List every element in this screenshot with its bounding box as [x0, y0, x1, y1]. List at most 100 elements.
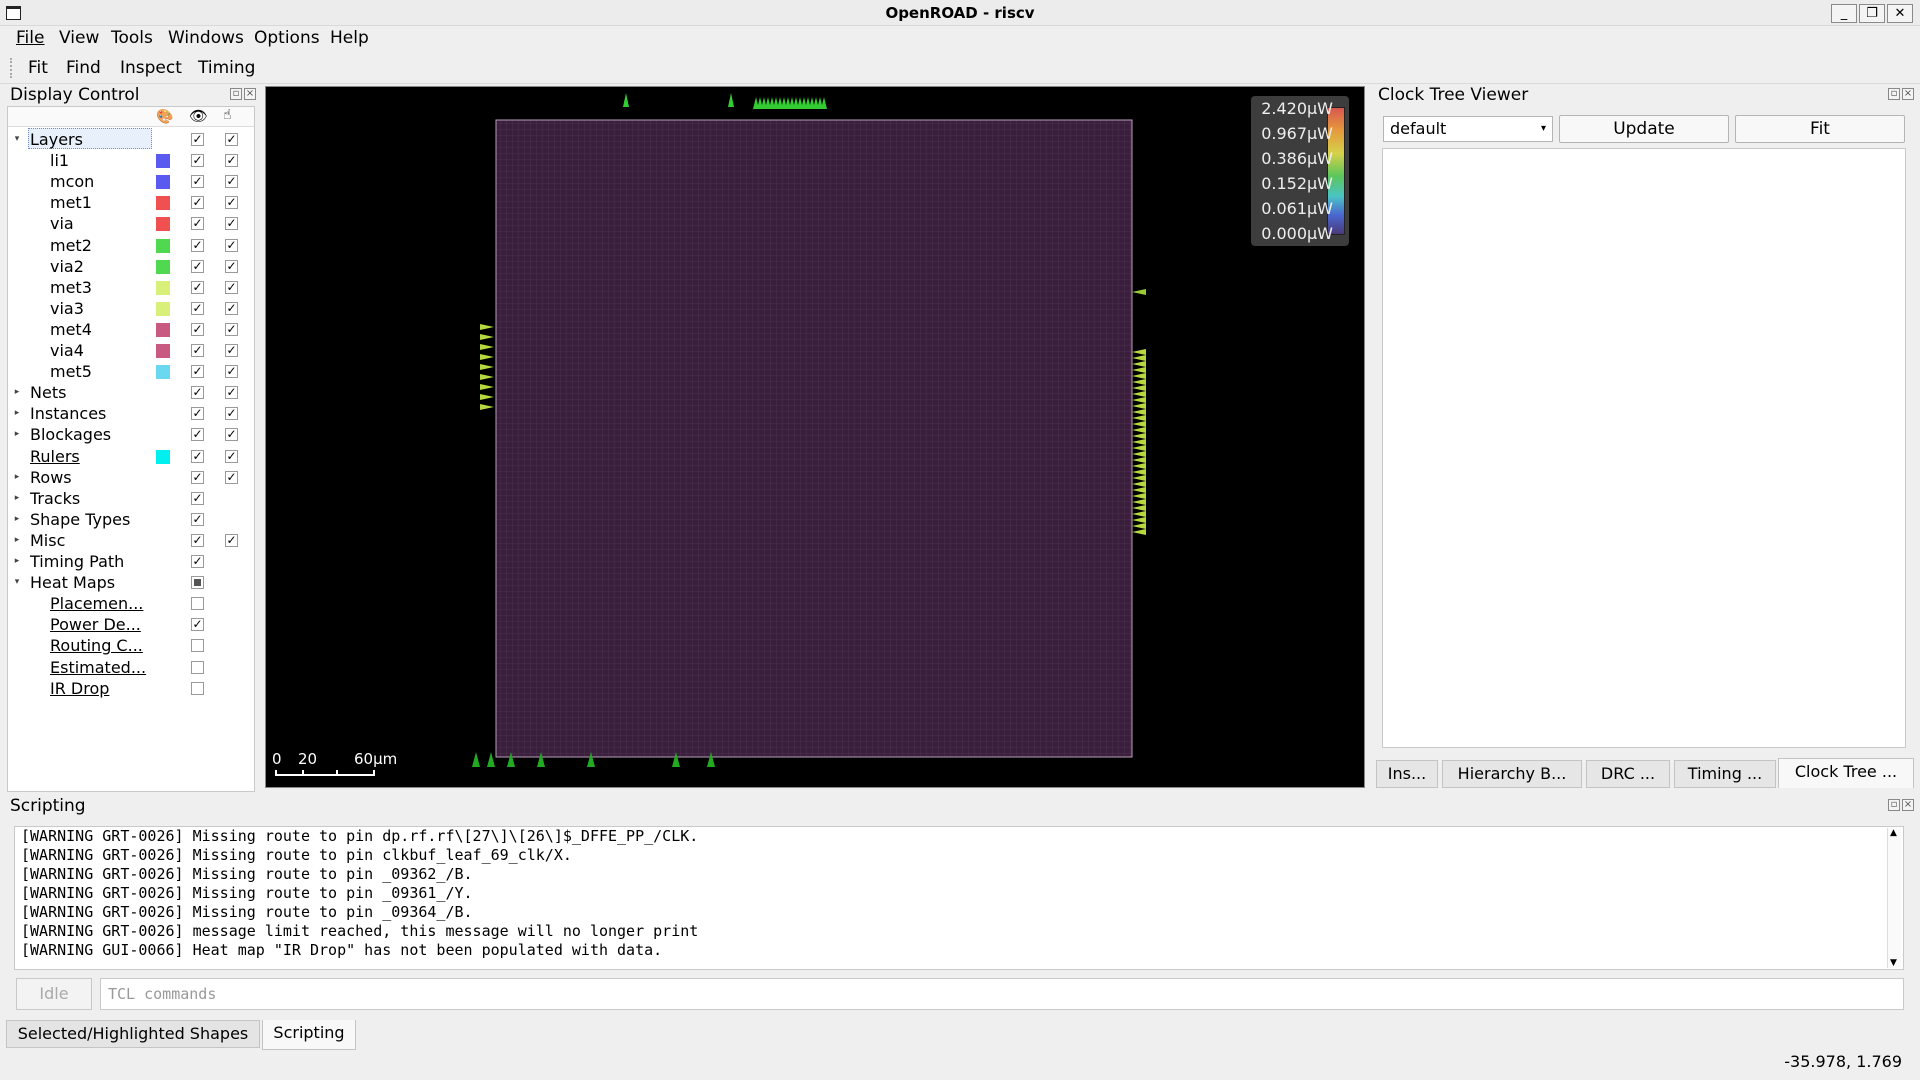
- float-icon[interactable]: ▫: [1888, 88, 1900, 100]
- visibility-checkbox[interactable]: ✓: [191, 280, 204, 294]
- tab-inspector[interactable]: Ins...: [1376, 760, 1438, 788]
- visibility-checkbox[interactable]: [191, 681, 204, 695]
- expand-right-icon[interactable]: ▸: [12, 530, 22, 551]
- clock-tree-canvas[interactable]: [1382, 148, 1906, 748]
- tab-timing-report[interactable]: Timing ...: [1674, 760, 1776, 788]
- expand-right-icon[interactable]: ▸: [12, 551, 22, 572]
- visibility-checkbox[interactable]: ✓: [191, 512, 204, 526]
- visibility-checkbox[interactable]: [191, 576, 204, 590]
- layer-color-swatch[interactable]: [156, 344, 170, 358]
- selectable-checkbox[interactable]: ✓: [225, 217, 238, 231]
- layer-color-swatch[interactable]: [156, 259, 170, 274]
- display-row-mcon[interactable]: mcon ✓ ✓: [8, 171, 254, 192]
- layer-color-swatch[interactable]: [156, 154, 170, 169]
- display-row-met5[interactable]: met5 ✓ ✓: [8, 361, 254, 382]
- display-row-heat-maps[interactable]: ▾ Heat Maps: [8, 572, 254, 593]
- display-row-blockages[interactable]: ▸ Blockages ✓ ✓: [8, 424, 254, 445]
- display-row-met1[interactable]: met1 ✓ ✓: [8, 192, 254, 213]
- visibility-checkbox[interactable]: ✓: [191, 259, 204, 273]
- selectable-checkbox[interactable]: ✓: [225, 407, 238, 421]
- layer-color-swatch[interactable]: [156, 238, 170, 253]
- visibility-checkbox[interactable]: ✓: [191, 196, 204, 210]
- timing-button[interactable]: Timing: [198, 55, 255, 81]
- layer-color-swatch[interactable]: [156, 217, 170, 232]
- fit-view-button[interactable]: Fit: [1735, 115, 1905, 143]
- display-row-shape-types[interactable]: ▸ Shape Types ✓: [8, 509, 254, 530]
- display-row-via4[interactable]: via4 ✓ ✓: [8, 340, 254, 361]
- inspect-button[interactable]: Inspect: [120, 55, 182, 81]
- expand-right-icon[interactable]: ▸: [12, 403, 22, 424]
- selectable-checkbox[interactable]: ✓: [225, 238, 238, 252]
- visibility-checkbox[interactable]: [191, 597, 204, 611]
- visibility-checkbox[interactable]: ✓: [191, 344, 204, 357]
- display-row-via3[interactable]: via3 ✓ ✓: [8, 298, 254, 319]
- menu-help[interactable]: Help: [330, 26, 369, 50]
- selectable-checkbox[interactable]: ✓: [225, 322, 238, 336]
- expand-right-icon[interactable]: ▸: [12, 509, 22, 530]
- layer-color-swatch[interactable]: [156, 322, 170, 337]
- corner-select[interactable]: default ▾: [1383, 116, 1553, 142]
- expand-down-icon[interactable]: ▾: [12, 572, 22, 593]
- selectable-checkbox[interactable]: ✓: [225, 428, 238, 442]
- visibility-checkbox[interactable]: ✓: [191, 238, 204, 252]
- visibility-checkbox[interactable]: ✓: [191, 533, 204, 547]
- expand-right-icon[interactable]: ▸: [12, 488, 22, 509]
- layout-viewer[interactable]: [265, 86, 1365, 788]
- display-row-met4[interactable]: met4 ✓ ✓: [8, 319, 254, 340]
- visibility-checkbox[interactable]: ✓: [191, 386, 204, 400]
- display-row-nets[interactable]: ▸ Nets ✓ ✓: [8, 382, 254, 403]
- visibility-checkbox[interactable]: ✓: [191, 175, 204, 189]
- selectable-checkbox[interactable]: ✓: [225, 196, 238, 210]
- display-row-placemen[interactable]: Placemen...: [8, 593, 254, 614]
- fit-button[interactable]: Fit: [28, 55, 48, 81]
- visibility-checkbox[interactable]: ✓: [191, 407, 204, 421]
- selectable-checkbox[interactable]: ✓: [225, 280, 238, 294]
- display-row-rulers[interactable]: Rulers ✓ ✓: [8, 446, 254, 467]
- visibility-checkbox[interactable]: ✓: [191, 618, 204, 632]
- selectable-checkbox[interactable]: ✓: [225, 133, 238, 146]
- selectable-checkbox[interactable]: ✓: [225, 175, 238, 189]
- visibility-checkbox[interactable]: ✓: [191, 217, 204, 231]
- menu-windows[interactable]: Windows: [168, 26, 244, 50]
- selectable-checkbox[interactable]: ✓: [225, 154, 238, 168]
- visibility-checkbox[interactable]: [191, 660, 204, 674]
- display-row-layers[interactable]: ▾ Layers ✓ ✓: [8, 129, 254, 150]
- menu-file[interactable]: File: [16, 26, 44, 50]
- display-row-power-de[interactable]: Power De... ✓: [8, 614, 254, 635]
- visibility-checkbox[interactable]: ✓: [191, 428, 204, 442]
- layer-color-swatch[interactable]: [156, 449, 170, 464]
- expand-right-icon[interactable]: ▸: [12, 382, 22, 403]
- display-row-tracks[interactable]: ▸ Tracks ✓: [8, 488, 254, 509]
- display-row-met2[interactable]: met2 ✓ ✓: [8, 235, 254, 256]
- display-row-rows[interactable]: ▸ Rows ✓ ✓: [8, 467, 254, 488]
- display-row-li1[interactable]: li1 ✓ ✓: [8, 150, 254, 171]
- minimize-button[interactable]: _: [1831, 4, 1857, 23]
- visibility-checkbox[interactable]: ✓: [191, 301, 204, 315]
- selectable-checkbox[interactable]: ✓: [225, 344, 238, 357]
- script-scrollbar[interactable]: ▲ ▼: [1887, 828, 1901, 968]
- menu-tools[interactable]: Tools: [111, 26, 153, 50]
- visibility-checkbox[interactable]: ✓: [191, 555, 204, 568]
- display-row-via[interactable]: via ✓ ✓: [8, 213, 254, 234]
- tab-scripting[interactable]: Scripting: [262, 1020, 356, 1050]
- selectable-checkbox[interactable]: ✓: [225, 365, 238, 379]
- tcl-command-input[interactable]: TCL commands: [100, 978, 1904, 1010]
- visibility-checkbox[interactable]: ✓: [191, 322, 204, 336]
- display-row-misc[interactable]: ▸ Misc ✓ ✓: [8, 530, 254, 551]
- display-row-ir-drop[interactable]: IR Drop: [8, 678, 254, 699]
- layer-color-swatch[interactable]: [156, 365, 170, 380]
- layer-color-swatch[interactable]: [156, 301, 170, 316]
- close-button[interactable]: ✕: [1887, 4, 1913, 23]
- selectable-checkbox[interactable]: ✓: [225, 449, 238, 463]
- selectable-checkbox[interactable]: ✓: [225, 470, 238, 484]
- visibility-checkbox[interactable]: ✓: [191, 365, 204, 379]
- selectable-checkbox[interactable]: ✓: [225, 533, 238, 547]
- display-row-met3[interactable]: met3 ✓ ✓: [8, 277, 254, 298]
- float-icon[interactable]: ▫: [1888, 799, 1900, 811]
- display-row-instances[interactable]: ▸ Instances ✓ ✓: [8, 403, 254, 424]
- scroll-up-icon[interactable]: ▲: [1890, 828, 1897, 838]
- selectable-checkbox[interactable]: ✓: [225, 301, 238, 315]
- expand-down-icon[interactable]: ▾: [12, 129, 22, 150]
- selectable-checkbox[interactable]: ✓: [225, 259, 238, 273]
- float-icon[interactable]: ▫: [230, 88, 242, 100]
